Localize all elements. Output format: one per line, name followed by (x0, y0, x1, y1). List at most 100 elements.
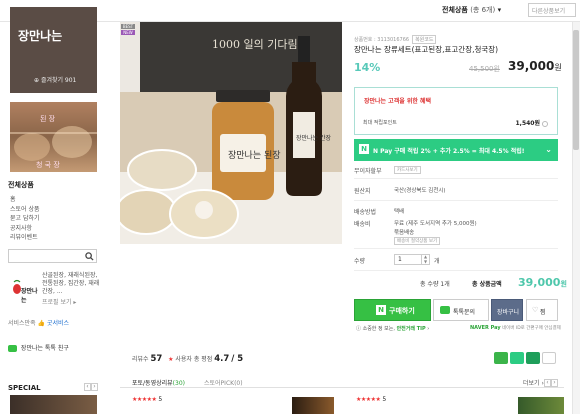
category-item-notice[interactable]: 공지사항 (10, 224, 90, 234)
npay-icon: N (376, 305, 386, 315)
wish-button[interactable]: ♡ 찜 (526, 299, 558, 321)
review-thumbnail[interactable] (292, 397, 334, 414)
category-item-review-event[interactable]: 리뷰이벤트 (10, 233, 90, 243)
sidebar-search-input[interactable] (8, 249, 97, 263)
share-icons (494, 352, 558, 364)
wish-label: 찜 (540, 309, 546, 316)
bottle-label-text: 장만나는 간장 (296, 134, 332, 142)
shipping-save-button[interactable]: 배송비 절약상품 보기 (394, 237, 441, 245)
bookmark-icon[interactable] (526, 352, 540, 364)
review-score: 5 (382, 396, 387, 403)
special-prev-button[interactable]: ‹ (84, 383, 91, 391)
service-label: 서비스만족 (8, 320, 36, 327)
profile-more-link[interactable]: 프로필 보기 ▸ (42, 297, 76, 306)
quantity-down-icon[interactable]: ▼ (422, 259, 429, 265)
benefit-points: 1,540원 (515, 120, 541, 127)
quantity-arrows[interactable]: ▲ ▼ (421, 254, 429, 265)
store-search-input[interactable]: 다른상품보기 (528, 3, 576, 17)
all-products-label: 전체상품 (442, 6, 468, 14)
thumbs-up-icon: 👍 (37, 320, 46, 327)
tip-prefix: ⓘ 소중한 정 보는, (356, 326, 397, 332)
reviews-next-button[interactable]: › (551, 379, 558, 387)
original-price: 45,500원 (469, 65, 500, 73)
npay-benefit-bar[interactable]: N N Pay 구매 적립 2% + 추가 2.5% = 최대 4.5% 적립!… (354, 139, 558, 161)
category-item-store-products[interactable]: 스토어 상품 (10, 205, 90, 215)
all-products-menu[interactable]: 전체상품 (총 6개) ▾ (442, 5, 501, 15)
search-icon[interactable] (85, 252, 94, 261)
shipping-fee-label: 배송비 (354, 221, 371, 228)
scrollbar-thumb[interactable] (573, 30, 579, 150)
search-placeholder: 다른상품보기 (532, 8, 566, 15)
divider (354, 270, 558, 271)
plus-icon: ⊕ (34, 77, 41, 84)
total-price: 39,000원 (518, 276, 567, 289)
special-next-button[interactable]: › (91, 383, 98, 391)
shipping-save-chip-wrap: 배송비 절약상품 보기 (394, 235, 441, 245)
safe-trade-tip[interactable]: ⓘ 소중한 정 보는, 안전거래 TIP › (356, 325, 429, 332)
review-count-label: 리뷰수 (132, 356, 149, 363)
tab-photo-reviews[interactable]: 포토/동영상리뷰(30) (132, 378, 185, 387)
product-title: 장만나는 장류세트(표고된장,표고간장,청국장) (354, 45, 499, 54)
best-badge: BEST (121, 24, 135, 29)
review-score: 5 (158, 396, 163, 403)
interest-free-label: 무이자할부 (354, 168, 382, 175)
reviews-prev-button[interactable]: ‹ (544, 379, 551, 387)
buy-button[interactable]: N 구매하기 (354, 299, 431, 321)
rating-label: 사용자 총 평점 (175, 356, 213, 363)
npay-note-text: 네이버 ID로 간편구매 안심결제 (500, 326, 561, 331)
review-summary: 리뷰수 57 ★ 사용자 총 평점 4.7 / 5 (132, 354, 243, 364)
review-card[interactable]: ★★★★★ 5 (132, 396, 162, 403)
benefit-line-value: 1,540원 (515, 118, 548, 127)
favorite-label: 즐겨찾기 901 (40, 77, 77, 84)
talk-inquiry-button[interactable]: 톡톡문의 (433, 299, 489, 321)
total-unit: 원 (560, 280, 567, 288)
cart-button[interactable]: 장바구니 (491, 299, 523, 321)
product-count: (총 6개) (470, 6, 496, 14)
tip-highlight: 안전거래 TIP (396, 326, 426, 332)
review-thumbnail[interactable] (518, 397, 564, 414)
category-item-qna[interactable]: 묻고 답하기 (10, 214, 90, 224)
product-image[interactable]: 1000 일의 기다림 장만나는 된장 장만나는 간장 (120, 22, 342, 244)
tab-store-pick[interactable]: 스토어PICK(0) (204, 378, 243, 387)
talk-share-icon[interactable] (510, 352, 524, 364)
tip-suffix: › (425, 326, 430, 332)
store-logo[interactable]: 장만나는 ⊕ 즐겨찾기 901 (10, 7, 97, 93)
quantity-label: 수량 (354, 258, 366, 265)
npay-icon: N (359, 144, 369, 154)
code-copy-tag[interactable]: 복원코드 (412, 35, 437, 44)
profile-description: 산골된장, 재래식된장, 전통된장, 집간장, 재래간장, ... (42, 272, 100, 295)
info-icon[interactable] (542, 120, 548, 127)
benefit-line-label: 최대 적립포인트 (363, 120, 397, 126)
quantity-stepper[interactable]: 1 ▲ ▼ (394, 254, 430, 265)
chevron-down-icon: ⌄ (545, 145, 552, 154)
sale-price: 39,000원 (508, 59, 562, 73)
divider (354, 248, 558, 249)
talk-friend-label: 장만나는 톡톡 친구 (20, 345, 69, 352)
reviews-pager: ‹ › (544, 378, 558, 387)
talk-icon (8, 345, 17, 352)
photo-review-count: (30) (172, 380, 185, 387)
quantity-unit: 개 (434, 258, 440, 265)
blog-share-icon[interactable] (494, 352, 508, 364)
side-banner[interactable]: 된 장 청 국 장 (10, 102, 97, 172)
category-item-home[interactable]: 홈 (10, 195, 90, 205)
special-thumbnail[interactable] (10, 395, 97, 414)
npay-brand: NAVER Pay (470, 325, 501, 331)
review-count: 57 (150, 354, 163, 364)
shipping-fee-value: 무료 (제주 도서지역 추가 5,000원) (394, 221, 477, 227)
talk-friend-link[interactable]: 장만나는 톡톡 친구 (8, 343, 69, 352)
shipping-method-value: 택배 (394, 209, 405, 215)
service-rating: 서비스만족 👍 굿서비스 (8, 318, 69, 327)
chevron-down-icon: ▾ (497, 6, 502, 14)
share-icon[interactable] (542, 352, 556, 364)
reviews-more-link[interactable]: 더보기 › (523, 378, 544, 387)
quantity-value: 1 (398, 256, 402, 263)
card-view-button[interactable]: 카드사보기 (394, 166, 421, 174)
divider (354, 178, 558, 179)
review-card[interactable]: ★★★★★ 5 (356, 396, 386, 403)
store-name: 장만나는 (18, 29, 63, 43)
photo-review-tab-label: 포토/동영상리뷰 (132, 380, 173, 387)
jar-label-text: 장만나는 된장 (228, 149, 281, 161)
heart-icon: ♡ (532, 306, 539, 314)
favorite-button[interactable]: ⊕ 즐겨찾기 901 (34, 75, 76, 84)
